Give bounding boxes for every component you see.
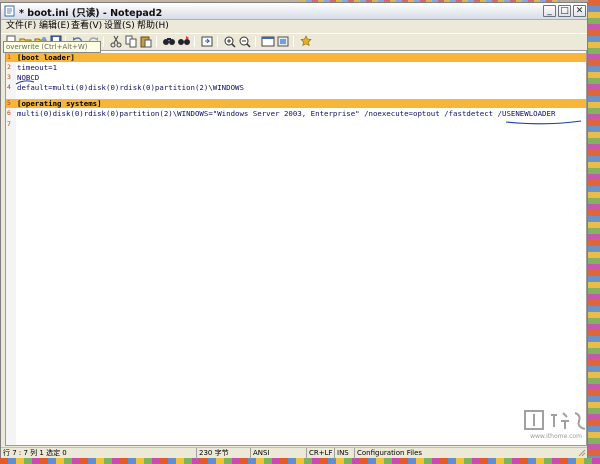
editor-line[interactable]: 5 [operating systems]	[6, 99, 586, 108]
line-number: 1	[7, 53, 11, 61]
minimize-icon: _	[547, 6, 552, 16]
cut-icon	[110, 35, 122, 48]
menu-settings[interactable]: 设置(S)	[104, 20, 135, 33]
editor-line[interactable]: 7	[6, 120, 586, 129]
menu-bar: 文件(F) 编辑(E) 查看(V) 设置(S) 帮助(H)	[1, 20, 587, 33]
status-ovr: INS	[335, 448, 355, 459]
status-size: 230 字节	[197, 448, 251, 459]
editor-line[interactable]: 4 default=multi(0)disk(0)rdisk(0)partiti…	[6, 83, 586, 92]
menu-edit[interactable]: 编辑(E)	[39, 20, 70, 33]
settings-icon	[300, 35, 312, 47]
watermark-text: www.ithome.com	[530, 433, 582, 440]
line-text: [operating systems]	[17, 99, 102, 108]
line-number: 4	[7, 83, 11, 91]
paste-button[interactable]	[139, 35, 153, 48]
status-position: 行 7 : 7 列 1 选定 0	[1, 448, 197, 459]
editor-line[interactable]: 6 multi(0)disk(0)rdisk(0)partition(2)\WI…	[6, 109, 586, 118]
toolbar-separator	[194, 36, 195, 47]
window-title: * boot.ini (只读) - Notepad2	[19, 8, 163, 19]
close-icon: ✕	[575, 6, 584, 16]
text-editor[interactable]: 1 [boot loader] 2 timeout=1 3 NOBCD 4 de…	[5, 50, 587, 446]
menu-view[interactable]: 查看(V)	[71, 20, 102, 33]
zoom-out-icon	[239, 36, 251, 48]
notepad2-window: * boot.ini (只读) - Notepad2 _ □ ✕ 文件(F) 编…	[0, 2, 591, 459]
line-number: 3	[7, 73, 11, 81]
close-button[interactable]: ✕	[573, 5, 586, 17]
line-text: multi(0)disk(0)rdisk(0)partition(2)\WIND…	[17, 109, 556, 118]
toolbar-separator	[103, 36, 104, 47]
ithome-watermark: www.ithome.com	[521, 409, 591, 443]
line-number: 5	[7, 99, 11, 107]
replace-button[interactable]	[177, 35, 191, 48]
minimize-button[interactable]: _	[543, 5, 556, 17]
line-number: 2	[7, 63, 11, 71]
customize-icon	[277, 36, 289, 47]
cut-button[interactable]	[109, 35, 123, 48]
toolbar-separator	[255, 36, 256, 47]
ithome-logo-icon	[524, 410, 586, 430]
menu-file[interactable]: 文件(F)	[6, 20, 36, 33]
status-bar: 行 7 : 7 列 1 选定 0 230 字节 ANSI CR+LF INS C…	[1, 447, 587, 459]
line-text: NOBCD	[17, 73, 40, 82]
copy-icon	[125, 35, 137, 48]
find-button[interactable]	[162, 35, 176, 48]
settings-button[interactable]	[299, 35, 313, 48]
customize-button[interactable]	[276, 35, 290, 48]
view-scheme-icon	[261, 36, 275, 47]
title-bar[interactable]: * boot.ini (只读) - Notepad2 _ □ ✕	[1, 3, 587, 20]
replace-icon	[178, 36, 190, 45]
status-scheme[interactable]: Configuration Files	[355, 448, 475, 459]
maximize-icon: □	[560, 6, 569, 16]
status-encoding[interactable]: ANSI	[251, 448, 307, 459]
goto-icon	[201, 36, 213, 47]
line-text: [boot loader]	[17, 53, 75, 62]
toolbar-separator	[293, 36, 294, 47]
editor-line[interactable]: 3 NOBCD	[6, 73, 586, 82]
line-number: 7	[7, 120, 11, 128]
zoom-out-button[interactable]	[238, 35, 252, 48]
copy-button[interactable]	[124, 35, 138, 48]
zoom-in-icon	[224, 36, 236, 48]
toolbar-separator	[156, 36, 157, 47]
toolbar-tooltip: overwrite (Ctrl+Alt+W)	[3, 41, 101, 53]
maximize-button[interactable]: □	[558, 5, 571, 17]
editor-line[interactable]: 1 [boot loader]	[6, 53, 586, 62]
zoom-in-button[interactable]	[223, 35, 237, 48]
view-scheme-button[interactable]	[261, 35, 275, 48]
line-text: default=multi(0)disk(0)rdisk(0)partition…	[17, 83, 244, 92]
resize-grip-icon[interactable]	[578, 449, 586, 457]
find-icon	[163, 38, 175, 45]
menu-help[interactable]: 帮助(H)	[137, 20, 169, 33]
toolbar-separator	[217, 36, 218, 47]
desktop-background-right	[588, 0, 600, 464]
paste-icon	[140, 36, 152, 48]
line-text: timeout=1	[17, 63, 58, 72]
status-eol[interactable]: CR+LF	[307, 448, 335, 459]
notepad-app-icon	[4, 5, 15, 17]
goto-button[interactable]	[200, 35, 214, 48]
line-number: 6	[7, 109, 11, 117]
editor-line[interactable]: 2 timeout=1	[6, 63, 586, 72]
